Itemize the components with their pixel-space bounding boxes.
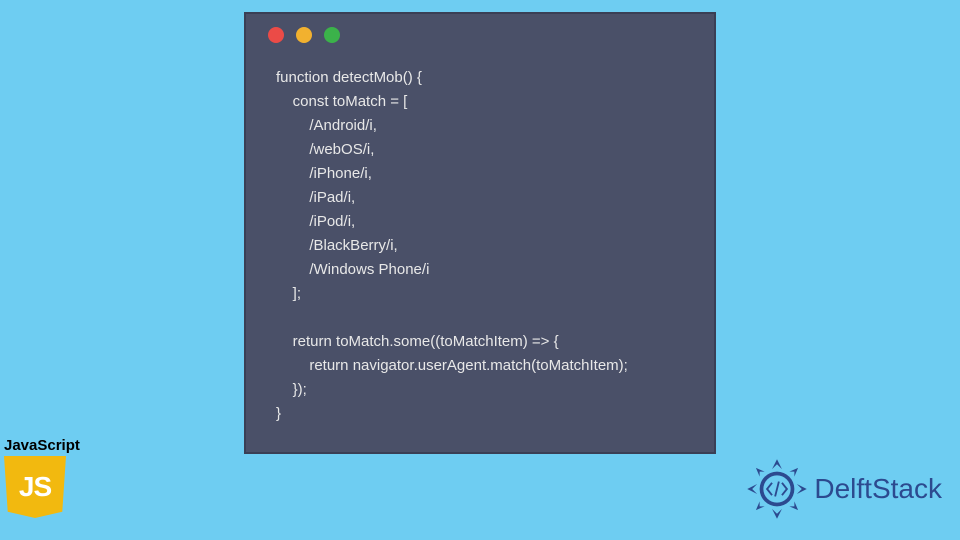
maximize-icon[interactable] [324,27,340,43]
brand-name: DelftStack [814,473,942,505]
brand-logo-icon [746,458,808,520]
window-titlebar [246,14,714,56]
brand: DelftStack [746,458,942,520]
code-block: function detectMob() { const toMatch = [… [246,56,714,452]
minimize-icon[interactable] [296,27,312,43]
javascript-logo-text: JS [19,471,51,503]
javascript-badge: JavaScript JS [4,437,80,518]
javascript-logo-icon: JS [4,456,66,518]
code-window: function detectMob() { const toMatch = [… [244,12,716,454]
close-icon[interactable] [268,27,284,43]
javascript-label: JavaScript [4,437,80,454]
